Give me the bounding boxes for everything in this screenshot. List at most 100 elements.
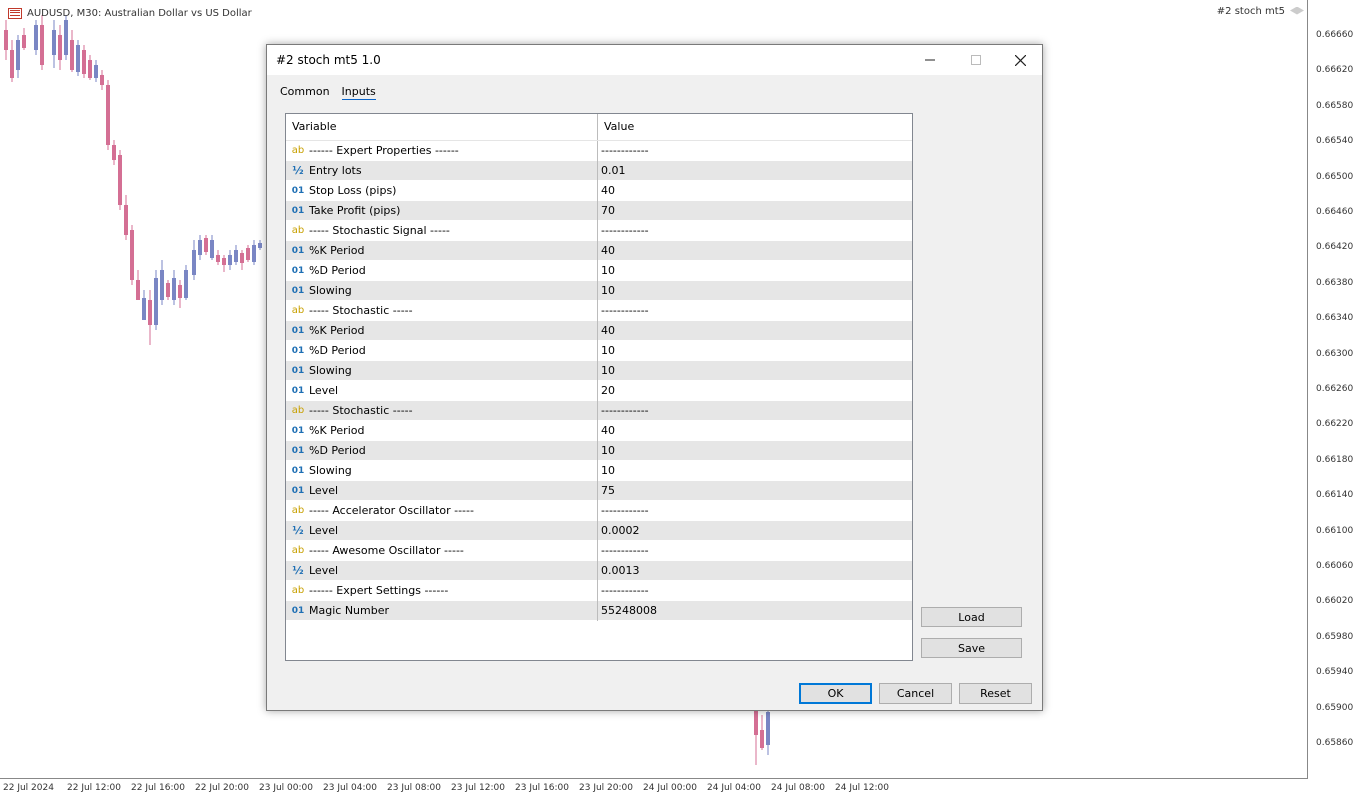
table-row[interactable]: 01 %D Period 10 <box>286 440 912 461</box>
value-cell[interactable]: 40 <box>598 241 912 261</box>
value-cell[interactable]: ------------ <box>598 581 912 601</box>
table-row[interactable]: 01 Stop Loss (pips) 40 <box>286 180 912 201</box>
table-row[interactable]: 01 Slowing 10 <box>286 280 912 301</box>
variable-cell: ½ Entry lots <box>286 160 598 181</box>
candle-body <box>258 243 262 248</box>
ea-name: #2 stoch mt5 <box>1216 6 1285 17</box>
price-tick-label: 0.66260 <box>1316 384 1354 394</box>
reset-button[interactable]: Reset <box>959 683 1032 704</box>
table-row[interactable]: 01 Slowing 10 <box>286 360 912 381</box>
table-row[interactable]: ½ Level 0.0002 <box>286 520 912 541</box>
table-row[interactable]: ab ----- Awesome Oscillator ----- --------… <box>286 540 912 561</box>
value-cell[interactable]: 10 <box>598 441 912 461</box>
price-axis[interactable]: 0.66660 0.66620 0.66580 0.66540 0.66500 0.664… <box>1307 0 1360 778</box>
value-cell[interactable]: 55248008 <box>598 601 912 621</box>
table-row[interactable]: ab ----- Accelerator Oscillator ----- ----… <box>286 500 912 521</box>
value-cell[interactable]: 70 <box>598 201 912 221</box>
price-tick-label: 0.66620 <box>1316 65 1354 76</box>
variable-name: ----- Accelerator Oscillator ----- <box>309 504 474 517</box>
tab-common[interactable]: Common <box>280 85 330 100</box>
column-header-variable[interactable]: Variable <box>286 114 598 140</box>
maximize-button[interactable] <box>953 45 999 75</box>
value-cell[interactable]: 40 <box>598 421 912 441</box>
value-cell[interactable]: 75 <box>598 481 912 501</box>
value-cell[interactable]: ------------ <box>598 501 912 521</box>
candle-body <box>240 253 244 263</box>
variable-cell: 01 Level <box>286 380 598 401</box>
value-cell[interactable]: ------------ <box>598 401 912 421</box>
table-row[interactable]: 01 %K Period 40 <box>286 240 912 261</box>
table-row[interactable]: ½ Level 0.0013 <box>286 560 912 581</box>
time-axis[interactable]: 22 Jul 2024 22 Jul 12:00 22 Jul 16:00 22 Ju… <box>0 778 1308 800</box>
cancel-button[interactable]: Cancel <box>879 683 952 704</box>
table-row[interactable]: 01 %D Period 10 <box>286 260 912 281</box>
price-tick-label: 0.66580 <box>1316 100 1354 111</box>
table-row[interactable]: ab ------ Expert Settings ------ ---------… <box>286 580 912 601</box>
table-row[interactable]: 01 %D Period 10 <box>286 340 912 361</box>
value-cell[interactable]: 40 <box>598 321 912 341</box>
table-row[interactable]: ½ Entry lots 0.01 <box>286 160 912 181</box>
candle-body <box>82 50 86 74</box>
value-cell[interactable]: ------------ <box>598 221 912 241</box>
variable-cell: ab ------ Expert Settings ------ <box>286 580 598 601</box>
value-cell[interactable]: 0.01 <box>598 161 912 181</box>
load-button[interactable]: Load <box>921 607 1022 627</box>
table-row[interactable]: ab ----- Stochastic ----- ------------ <box>286 400 912 421</box>
value-cell[interactable]: 10 <box>598 461 912 481</box>
variable-name: Slowing <box>309 364 352 377</box>
candle-body <box>142 298 146 320</box>
table-row[interactable]: 01 Slowing 10 <box>286 460 912 481</box>
value-cell[interactable]: ------------ <box>598 301 912 321</box>
value-cell[interactable]: 0.0002 <box>598 521 912 541</box>
graduation-cap-icon <box>1290 6 1304 15</box>
dialog-titlebar[interactable]: #2 stoch mt5 1.0 <box>267 45 1042 75</box>
candle-body <box>172 278 176 300</box>
variable-cell: ½ Level <box>286 520 598 541</box>
close-button[interactable] <box>997 45 1043 75</box>
candle-body <box>40 25 44 65</box>
price-tick-label: 0.66140 <box>1316 490 1354 501</box>
candle-body <box>136 280 140 300</box>
table-row[interactable]: 01 %K Period 40 <box>286 420 912 441</box>
value-cell[interactable]: 10 <box>598 361 912 381</box>
expert-advisor-label[interactable]: #2 stoch mt5 <box>1217 6 1304 17</box>
candle-body <box>34 25 38 50</box>
table-row[interactable]: ab ------ Expert Properties ------ -------… <box>286 140 912 161</box>
table-row[interactable]: ab ----- Stochastic ----- ------------ <box>286 300 912 321</box>
candle-body <box>154 278 158 325</box>
time-tick-label: 23 Jul 00:00 <box>259 783 313 793</box>
candle-body <box>234 250 238 262</box>
value-cell[interactable]: 0.0013 <box>598 561 912 581</box>
candle-body <box>252 245 256 262</box>
save-button[interactable]: Save <box>921 638 1022 658</box>
column-header-value[interactable]: Value <box>598 114 912 140</box>
table-row[interactable]: 01 Magic Number 55248008 <box>286 600 912 621</box>
value-cell[interactable]: 40 <box>598 181 912 201</box>
integer-type-icon: 01 <box>291 485 305 496</box>
integer-type-icon: 01 <box>291 445 305 456</box>
variable-cell: ab ----- Accelerator Oscillator ----- <box>286 500 598 521</box>
price-tick-label: 0.66420 <box>1316 242 1354 253</box>
minimize-button[interactable] <box>907 45 953 75</box>
candle-body <box>16 40 20 70</box>
table-row[interactable]: 01 %K Period 40 <box>286 320 912 341</box>
variable-name: Level <box>309 384 339 397</box>
table-row[interactable]: 01 Take Profit (pips) 70 <box>286 200 912 221</box>
variable-cell: 01 %K Period <box>286 320 598 341</box>
value-cell[interactable]: 10 <box>598 261 912 281</box>
value-cell[interactable]: 10 <box>598 281 912 301</box>
value-cell[interactable]: ------------ <box>598 541 912 561</box>
table-row[interactable]: 01 Level 20 <box>286 380 912 401</box>
candle-body <box>178 285 182 298</box>
chart-symbol-label: AUDUSD, M30: Australian Dollar vs US Dol… <box>27 7 252 19</box>
ok-button[interactable]: OK <box>799 683 872 704</box>
variable-name: %D Period <box>309 264 366 277</box>
table-row[interactable]: 01 Level 75 <box>286 480 912 501</box>
value-cell[interactable]: 20 <box>598 381 912 401</box>
dialog-tabs: Common Inputs <box>280 85 376 100</box>
tab-inputs[interactable]: Inputs <box>341 85 376 100</box>
table-row[interactable]: ab ----- Stochastic Signal ----- ---------… <box>286 220 912 241</box>
value-cell[interactable]: ------------ <box>598 141 912 161</box>
value-cell[interactable]: 10 <box>598 341 912 361</box>
candle-body <box>192 250 196 275</box>
